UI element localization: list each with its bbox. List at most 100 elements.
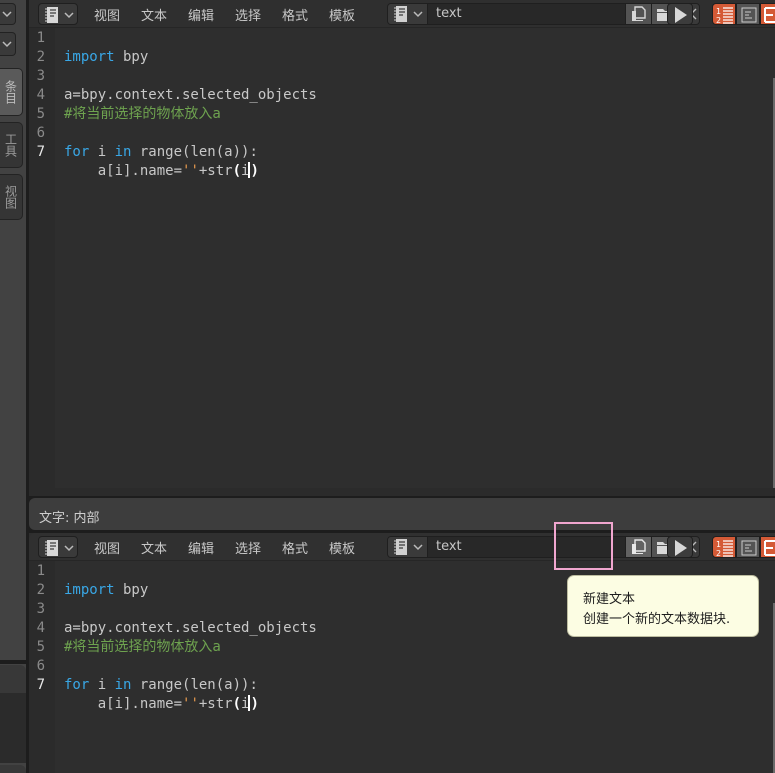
new-document-icon — [632, 539, 646, 554]
svg-text:2: 2 — [716, 16, 721, 24]
editor-header: 视图 文本 编辑 选择 格式 模板 text 1 2 — [29, 0, 775, 28]
browse-text-dropdown[interactable] — [388, 4, 428, 24]
menu-format[interactable]: 格式 — [282, 538, 308, 557]
code-token: a[i].name= — [64, 163, 183, 179]
code-line: a[i].name=''+str(i) — [64, 695, 317, 714]
chevron-down-icon — [2, 11, 12, 18]
line-numbers-toggle[interactable]: 1 2 — [712, 536, 736, 558]
sidebar-tab-tool[interactable]: 工具 — [0, 122, 23, 168]
view-toggles: 1 2 — [712, 536, 775, 558]
comment: #将当前选择的物体放入a — [64, 106, 221, 122]
tooltip-description: 创建一个新的文本数据块. — [583, 612, 731, 627]
menu-edit[interactable]: 编辑 — [188, 538, 214, 557]
bracket-match: ) — [250, 163, 259, 179]
new-text-button[interactable] — [625, 537, 651, 557]
menu-templates[interactable]: 模板 — [329, 538, 355, 557]
keyword: import — [64, 582, 115, 598]
keyword: in — [114, 144, 132, 160]
text-source-label: 文字: 内部 — [39, 511, 100, 526]
code-text[interactable]: import bpy​a=bpy.context.selected_object… — [64, 562, 317, 752]
line-number: 5 — [36, 639, 45, 655]
code-line: ​ — [64, 67, 317, 86]
bracket-match: ) — [250, 696, 259, 712]
sidebar-tab-view[interactable]: 视图 — [0, 174, 23, 220]
line-number: 4 — [36, 620, 45, 636]
line-number: 3 — [36, 68, 45, 84]
line-number: 2 — [36, 582, 45, 598]
text-block-selector: text — [387, 3, 700, 25]
view-toggles: 1 2 — [712, 3, 775, 25]
code-text[interactable]: import bpy​a=bpy.context.selected_object… — [64, 29, 317, 219]
syntax-highlight-toggle[interactable] — [760, 3, 775, 25]
syntax-highlight-toggle[interactable] — [760, 536, 775, 558]
line-numbers-toggle[interactable]: 1 2 — [712, 3, 736, 25]
menu-templates[interactable]: 模板 — [329, 5, 355, 24]
code-line: a=bpy.context.selected_objects — [64, 86, 317, 105]
code-line: #将当前选择的物体放入a — [64, 638, 317, 657]
syntax-icon — [764, 7, 775, 23]
bracket-match: ( — [232, 163, 242, 179]
code-line: #将当前选择的物体放入a — [64, 105, 317, 124]
browse-text-dropdown[interactable] — [388, 537, 428, 557]
code-line: ​ — [64, 657, 317, 676]
text-editor-icon — [394, 6, 407, 22]
text-block-name[interactable]: text — [436, 6, 462, 21]
bracket-match: ( — [232, 696, 242, 712]
code-line: a=bpy.context.selected_objects — [64, 619, 317, 638]
panel-header — [0, 765, 26, 773]
line-number: 3 — [36, 601, 45, 617]
line-number: 6 — [36, 658, 45, 674]
code-line: import bpy — [64, 48, 317, 67]
text-editor-icon — [45, 540, 58, 556]
word-wrap-toggle[interactable] — [736, 536, 760, 558]
collapse-dropdown[interactable] — [0, 3, 16, 25]
left-sidebar: 条目 工具 视图 — [0, 0, 26, 773]
line-number: 1 — [36, 563, 45, 579]
word-wrap-icon — [741, 540, 757, 556]
run-script-button[interactable] — [667, 536, 693, 558]
line-number: 6 — [36, 125, 45, 141]
line-number: 2 — [36, 49, 45, 65]
menu-select[interactable]: 选择 — [235, 5, 261, 24]
string: '' — [182, 696, 199, 712]
menu-text[interactable]: 文本 — [141, 5, 167, 24]
line-number: 4 — [36, 87, 45, 103]
play-icon — [675, 540, 687, 556]
line-number: 5 — [36, 106, 45, 122]
menu-select[interactable]: 选择 — [235, 538, 261, 557]
chevron-down-icon — [413, 11, 423, 18]
text-editor-bottom: 视图 文本 编辑 选择 格式 模板 text 1 2 1 2 3 4 5 6 7… — [29, 533, 775, 773]
editor-type-dropdown[interactable] — [38, 536, 78, 558]
code-token: a[i].name= — [64, 696, 183, 712]
chevron-down-icon — [2, 41, 12, 48]
panel-header — [0, 665, 26, 693]
code-line: for i in range(len(a)): — [64, 676, 317, 695]
editor-type-dropdown[interactable] — [38, 3, 78, 25]
menu-text[interactable]: 文本 — [141, 538, 167, 557]
hover-highlight — [554, 522, 613, 570]
keyword: for — [64, 144, 90, 160]
play-icon — [675, 7, 687, 23]
editor-footer: 文字: 内部 — [29, 498, 775, 530]
menu-view[interactable]: 视图 — [94, 538, 120, 557]
collapse-dropdown-2[interactable] — [0, 32, 16, 56]
run-script-button[interactable] — [667, 3, 693, 25]
tooltip: 新建文本 创建一个新的文本数据块. — [567, 575, 759, 637]
sidebar-tab-item[interactable]: 条目 — [0, 68, 23, 116]
divider — [0, 660, 26, 664]
editor-header: 视图 文本 编辑 选择 格式 模板 text 1 2 — [29, 533, 775, 561]
code-token: range(len(a)): — [131, 677, 258, 693]
menu-edit[interactable]: 编辑 — [188, 5, 214, 24]
code-line: a[i].name=''+str(i) — [64, 162, 317, 181]
code-token: a=bpy.context.selected_objects — [64, 87, 317, 103]
syntax-icon — [764, 540, 775, 556]
line-number: 1 — [36, 30, 45, 46]
menu-format[interactable]: 格式 — [282, 5, 308, 24]
line-number-current: 7 — [36, 677, 45, 693]
svg-text:1: 1 — [716, 7, 721, 16]
text-block-name[interactable]: text — [436, 539, 462, 554]
menu-view[interactable]: 视图 — [94, 5, 120, 24]
word-wrap-toggle[interactable] — [736, 3, 760, 25]
code-token: range(len(a)): — [131, 144, 258, 160]
new-text-button[interactable] — [625, 4, 651, 24]
